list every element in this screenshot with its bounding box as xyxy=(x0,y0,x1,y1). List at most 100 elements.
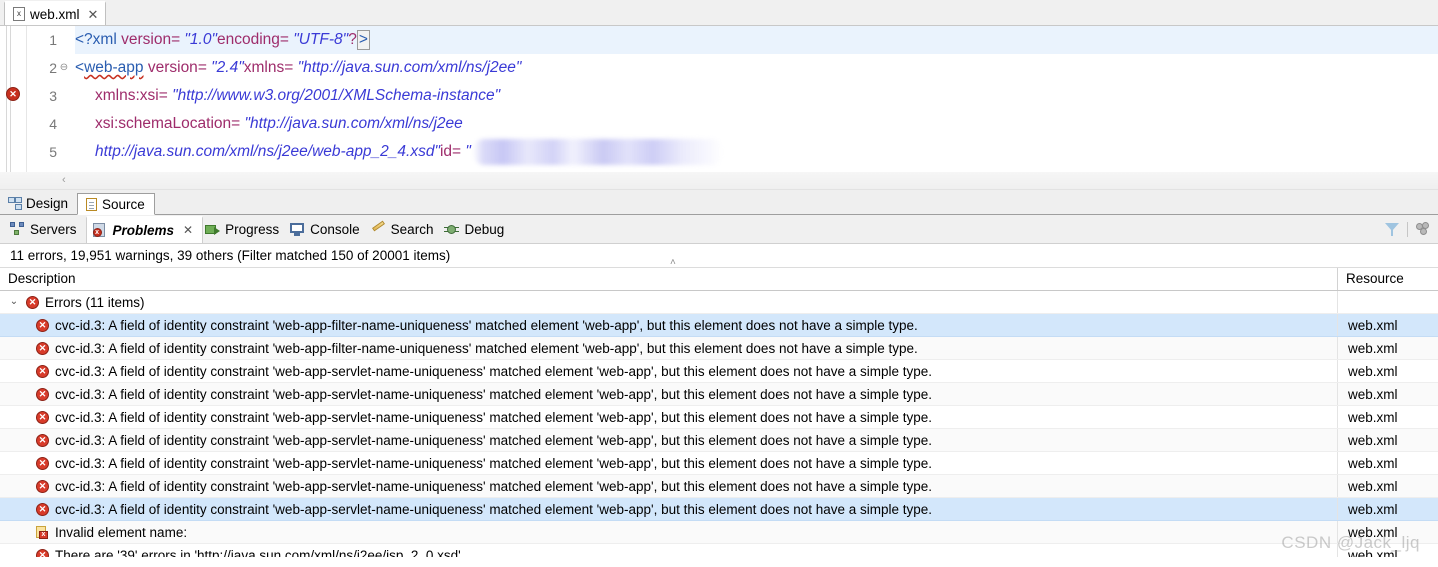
table-row[interactable]: ✕ cvc-id.3: A field of identity constrain… xyxy=(0,406,1438,429)
error-marker-icon[interactable]: ✕ xyxy=(6,87,20,101)
view-toolbar xyxy=(1385,215,1432,243)
row-description-text: cvc-id.3: A field of identity constraint… xyxy=(55,501,933,517)
code-token: = xyxy=(197,59,212,76)
code-token: xmlns:xsi xyxy=(95,87,159,104)
tab-console[interactable]: Console xyxy=(288,216,369,243)
tab-source[interactable]: Source xyxy=(77,193,155,215)
description-cell: ✕ cvc-id.3: A field of identity constrain… xyxy=(0,337,1338,359)
table-row[interactable]: ✕ cvc-id.3: A field of identity constrain… xyxy=(0,475,1438,498)
table-row[interactable]: ✕ cvc-id.3: A field of identity constrain… xyxy=(0,498,1438,521)
tab-console-label: Console xyxy=(310,221,360,237)
column-header-resource[interactable]: Resource xyxy=(1338,268,1438,290)
table-row[interactable]: ✕ cvc-id.3: A field of identity constrain… xyxy=(0,314,1438,337)
progress-icon xyxy=(205,223,221,236)
resource-cell: web.xml xyxy=(1348,524,1398,540)
resource-cell: web.xml xyxy=(1348,340,1398,356)
code-token: " xyxy=(465,143,471,160)
chevron-left-icon[interactable]: ‹ xyxy=(62,173,66,187)
editor-code-column[interactable]: <?xml version= "1.0"encoding= "UTF-8"? > <… xyxy=(61,26,1438,172)
error-icon: ✕ xyxy=(26,295,39,309)
resource-cell: web.xml xyxy=(1348,547,1398,558)
table-row[interactable]: ✕ cvc-id.3: A field of identity constrain… xyxy=(0,337,1438,360)
code-line[interactable]: <web-app version= "2.4"xmlns= "http://ja… xyxy=(75,54,1438,82)
table-group-row[interactable]: ⌄ ✕ Errors (11 items) xyxy=(0,291,1438,314)
editor-sash[interactable]: ‹ xyxy=(0,172,1438,190)
column-header-description[interactable]: Description xyxy=(0,268,1338,290)
code-line[interactable]: http://java.sun.com/xml/ns/j2ee/web-app_… xyxy=(75,138,1438,166)
tab-debug-label: Debug xyxy=(464,221,505,237)
editor-marker-ruler[interactable]: ✕ xyxy=(0,26,27,172)
error-icon: ✕ xyxy=(36,433,49,447)
code-line[interactable]: xmlns:xsi= "http://www.w3.org/2001/XMLSc… xyxy=(75,82,1438,110)
close-icon[interactable]: ✕ xyxy=(88,8,99,21)
code-token: version xyxy=(121,31,172,48)
tab-design-label: Design xyxy=(26,195,69,211)
tab-problems[interactable]: x Problems ✕ xyxy=(85,215,204,243)
text-caret: > xyxy=(356,29,370,50)
tab-debug[interactable]: Debug xyxy=(442,216,513,243)
tab-problems-label: Problems xyxy=(112,222,175,238)
editor-tab-web-xml[interactable]: x web.xml ✕ xyxy=(4,1,107,25)
xml-source-editor[interactable]: ✕ 1 2 ⊖ 3 4 5 <?xml version= "1.0"encodin… xyxy=(0,26,1438,172)
error-icon: ✕ xyxy=(36,548,49,557)
table-row[interactable]: ✕ cvc-id.3: A field of identity constrain… xyxy=(0,360,1438,383)
tab-search[interactable]: Search xyxy=(369,216,443,243)
code-token: "1.0" xyxy=(184,31,217,48)
problems-table[interactable]: Description Resource ⌄ ✕ Errors (11 item… xyxy=(0,268,1438,557)
code-line[interactable]: <?xml version= "1.0"encoding= "UTF-8"? > xyxy=(75,26,1438,54)
resource-cell: web.xml xyxy=(1348,455,1398,471)
xml-file-icon: x xyxy=(13,7,25,21)
code-token: = xyxy=(279,31,294,48)
error-icon: ✕ xyxy=(36,318,49,332)
table-row[interactable]: x Invalid element name: web.xml xyxy=(0,521,1438,544)
tab-servers[interactable]: Servers xyxy=(8,216,86,243)
row-description-text: cvc-id.3: A field of identity constraint… xyxy=(55,340,918,356)
error-icon: ✕ xyxy=(36,479,49,493)
debug-icon xyxy=(444,222,460,236)
view-stack-tab-bar: Servers x Problems ✕ Progress Console Se… xyxy=(0,215,1438,244)
close-icon[interactable]: ✕ xyxy=(183,223,193,237)
editor-page-tabs: Design Source xyxy=(0,190,1438,215)
error-icon: ✕ xyxy=(36,456,49,470)
source-document-icon xyxy=(86,197,98,211)
description-cell: ✕ cvc-id.3: A field of identity constrain… xyxy=(0,383,1338,405)
view-menu-icon[interactable] xyxy=(1416,222,1432,236)
resource-cell: web.xml xyxy=(1348,386,1398,402)
row-description-text: cvc-id.3: A field of identity constraint… xyxy=(55,386,933,402)
editor-line-number-ruler: 1 2 ⊖ 3 4 5 xyxy=(27,26,68,172)
description-cell: ✕ cvc-id.3: A field of identity constrain… xyxy=(0,475,1338,497)
filter-icon[interactable] xyxy=(1385,222,1399,237)
code-line[interactable]: xsi:schemaLocation= "http://java.sun.com… xyxy=(75,110,1438,138)
resource-cell: web.xml xyxy=(1348,478,1398,494)
error-icon: ✕ xyxy=(36,364,49,378)
line-number: 2 ⊖ xyxy=(27,54,68,82)
row-description-text: cvc-id.3: A field of identity constraint… xyxy=(55,478,933,494)
table-row[interactable]: ✕ There are '39' errors in 'http://java.s… xyxy=(0,544,1438,557)
table-row[interactable]: ✕ cvc-id.3: A field of identity constrain… xyxy=(0,429,1438,452)
code-token: id xyxy=(439,143,453,160)
tab-design[interactable]: Design xyxy=(0,192,78,214)
console-icon xyxy=(290,222,305,236)
description-cell: ✕ cvc-id.3: A field of identity constrain… xyxy=(0,498,1338,520)
invalid-element-icon: x xyxy=(36,525,49,539)
table-header-row: Description Resource xyxy=(0,268,1438,291)
code-token: < xyxy=(75,59,85,76)
chevron-down-icon[interactable]: ⌄ xyxy=(8,297,20,307)
row-description-text: cvc-id.3: A field of identity constraint… xyxy=(55,409,933,425)
line-number: 1 xyxy=(27,26,57,54)
chevron-up-icon[interactable]: ˄ xyxy=(670,258,676,268)
line-number: 4 xyxy=(27,110,57,138)
code-token: http://java.sun.com/xml/ns/j2ee/web-app_… xyxy=(95,143,440,160)
row-description-text: cvc-id.3: A field of identity constraint… xyxy=(55,432,933,448)
tab-progress[interactable]: Progress xyxy=(203,216,288,243)
error-icon: ✕ xyxy=(36,502,49,516)
code-token: = xyxy=(171,31,185,48)
editor-tab-label: web.xml xyxy=(30,6,80,22)
description-cell: ✕ cvc-id.3: A field of identity constrain… xyxy=(0,429,1338,451)
description-cell: ✕ cvc-id.3: A field of identity constrain… xyxy=(0,452,1338,474)
error-icon: ✕ xyxy=(36,410,49,424)
table-row[interactable]: ✕ cvc-id.3: A field of identity constrain… xyxy=(0,452,1438,475)
servers-icon xyxy=(10,222,25,236)
description-cell: x Invalid element name: xyxy=(0,521,1338,543)
table-row[interactable]: ✕ cvc-id.3: A field of identity constrain… xyxy=(0,383,1438,406)
